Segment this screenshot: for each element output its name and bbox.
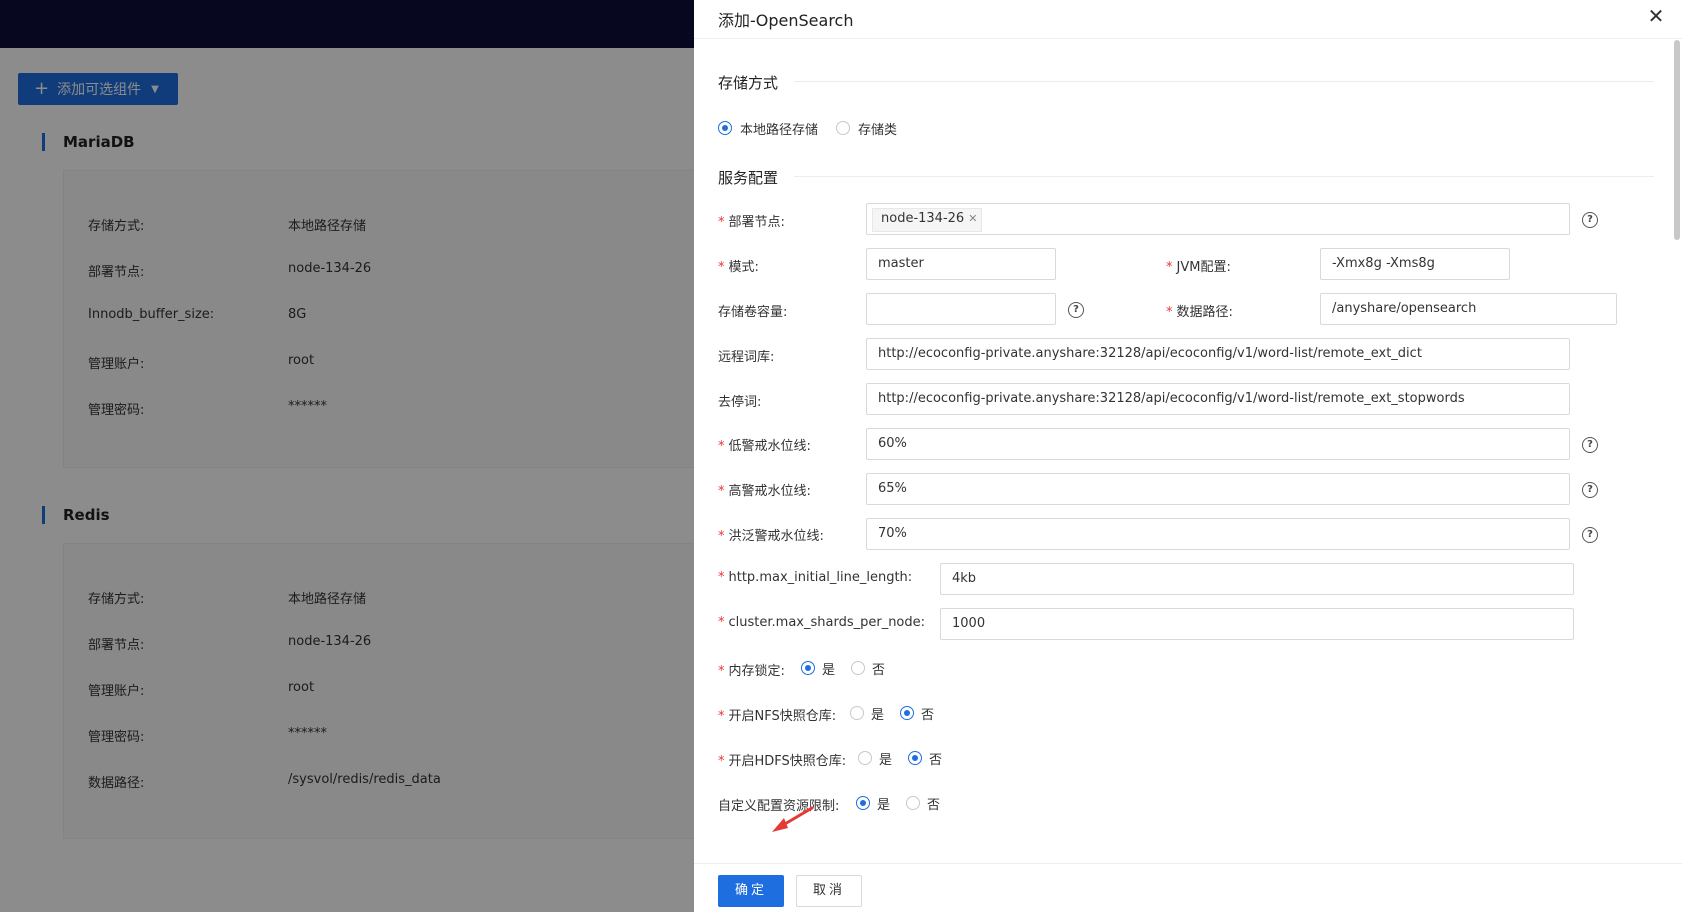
nfs-yes-label[interactable]: 是 (871, 704, 884, 723)
deploy-node-select[interactable]: node-134-26 ✕ (866, 203, 1570, 235)
nfs-no-radio[interactable] (900, 706, 914, 720)
hdfs-label: * 开启HDFS快照仓库: (718, 754, 847, 769)
mode-input[interactable]: master (866, 248, 1056, 280)
flood-watermark-input[interactable]: 70% (866, 518, 1570, 550)
remote-dict-input[interactable]: http://ecoconfig-private.anyshare:32128/… (866, 338, 1570, 370)
max-shards-input[interactable]: 1000 (940, 608, 1574, 640)
deploy-node-help-icon[interactable]: ? (1582, 212, 1598, 228)
hdfs-yes-label[interactable]: 是 (879, 749, 892, 768)
max-line-length-label: * http.max_initial_line_length: (718, 570, 913, 585)
high-watermark-label: * 高警戒水位线: (718, 484, 811, 499)
nfs-label-text: 开启NFS快照仓库: (728, 709, 837, 724)
hdfs-yes-radio[interactable] (858, 751, 872, 765)
stopwords-input[interactable]: http://ecoconfig-private.anyshare:32128/… (866, 383, 1570, 415)
flood-watermark-help-icon[interactable]: ? (1582, 527, 1598, 543)
low-watermark-label: * 低警戒水位线: (718, 439, 811, 454)
mem-lock-yes-radio[interactable] (801, 661, 815, 675)
volume-label: 存储卷容量: (718, 305, 788, 320)
low-watermark-help-icon[interactable]: ? (1582, 437, 1598, 453)
max-line-length-label-text: http.max_initial_line_length: (728, 570, 913, 585)
node-tag: node-134-26 ✕ (872, 208, 983, 232)
nfs-yes-radio[interactable] (850, 706, 864, 720)
nfs-label: * 开启NFS快照仓库: (718, 709, 837, 724)
resource-limit-yes-radio[interactable] (856, 796, 870, 810)
nfs-no-label[interactable]: 否 (921, 704, 934, 723)
data-path-label-text: 数据路径: (1176, 305, 1233, 320)
resource-limit-no-label[interactable]: 否 (927, 794, 940, 813)
resource-limit-label: 自定义配置资源限制: (718, 799, 840, 814)
jvm-label: * JVM配置: (1166, 260, 1231, 275)
storage-group-title: 存储方式 (718, 74, 779, 92)
stopwords-label: 去停词: (718, 395, 762, 410)
drawer-scrollbar[interactable] (1674, 40, 1680, 240)
drawer-header-divider (694, 38, 1682, 39)
mode-label-text: 模式: (728, 260, 759, 275)
high-watermark-input[interactable]: 65% (866, 473, 1570, 505)
drawer-title: 添加-OpenSearch (718, 11, 854, 30)
remote-dict-label: 远程词库: (718, 350, 775, 365)
resource-limit-yes-label[interactable]: 是 (877, 794, 890, 813)
volume-input[interactable] (866, 293, 1056, 325)
jvm-input[interactable]: -Xmx8g -Xms8g (1320, 248, 1510, 280)
storage-group-divider (794, 81, 1654, 82)
radio-local-path-label[interactable]: 本地路径存储 (740, 119, 818, 138)
confirm-button[interactable]: 确定 (718, 875, 784, 907)
low-watermark-label-text: 低警戒水位线: (728, 439, 811, 454)
add-opensearch-drawer: 添加-OpenSearch ✕ 存储方式 本地路径存储 存储类 服务配置 * 部署… (694, 0, 1682, 912)
radio-local-path[interactable] (718, 121, 732, 135)
flood-watermark-label-text: 洪泛警戒水位线: (728, 529, 824, 544)
hdfs-no-radio[interactable] (908, 751, 922, 765)
max-line-length-input[interactable]: 4kb (940, 563, 1574, 595)
radio-storage-class-label[interactable]: 存储类 (858, 119, 897, 138)
node-tag-text: node-134-26 (881, 211, 965, 226)
max-shards-label-text: cluster.max_shards_per_node: (728, 615, 926, 630)
low-watermark-input[interactable]: 60% (866, 428, 1570, 460)
high-watermark-label-text: 高警戒水位线: (728, 484, 811, 499)
deploy-node-label-text: 部署节点: (728, 215, 785, 230)
radio-storage-class[interactable] (836, 121, 850, 135)
hdfs-label-text: 开启HDFS快照仓库: (728, 754, 847, 769)
mem-lock-no-label[interactable]: 否 (872, 659, 885, 678)
mem-lock-yes-label[interactable]: 是 (822, 659, 835, 678)
mem-lock-label: * 内存锁定: (718, 664, 785, 679)
service-group-title: 服务配置 (718, 169, 779, 187)
max-shards-label: * cluster.max_shards_per_node: (718, 615, 926, 630)
flood-watermark-label: * 洪泛警戒水位线: (718, 529, 824, 544)
hdfs-no-label[interactable]: 否 (929, 749, 942, 768)
tag-close-icon[interactable]: ✕ (968, 212, 977, 225)
mem-lock-label-text: 内存锁定: (728, 664, 785, 679)
volume-help-icon[interactable]: ? (1068, 302, 1084, 318)
data-path-input[interactable]: /anyshare/opensearch (1320, 293, 1617, 325)
deploy-node-label: * 部署节点: (718, 215, 785, 230)
resource-limit-no-radio[interactable] (906, 796, 920, 810)
close-icon[interactable]: ✕ (1644, 4, 1668, 28)
data-path-label: * 数据路径: (1166, 305, 1233, 320)
service-group-divider (794, 176, 1654, 177)
jvm-label-text: JVM配置: (1176, 260, 1231, 275)
high-watermark-help-icon[interactable]: ? (1582, 482, 1598, 498)
mode-label: * 模式: (718, 260, 759, 275)
footer-divider (694, 863, 1682, 864)
cancel-button[interactable]: 取消 (796, 875, 862, 907)
mem-lock-no-radio[interactable] (851, 661, 865, 675)
